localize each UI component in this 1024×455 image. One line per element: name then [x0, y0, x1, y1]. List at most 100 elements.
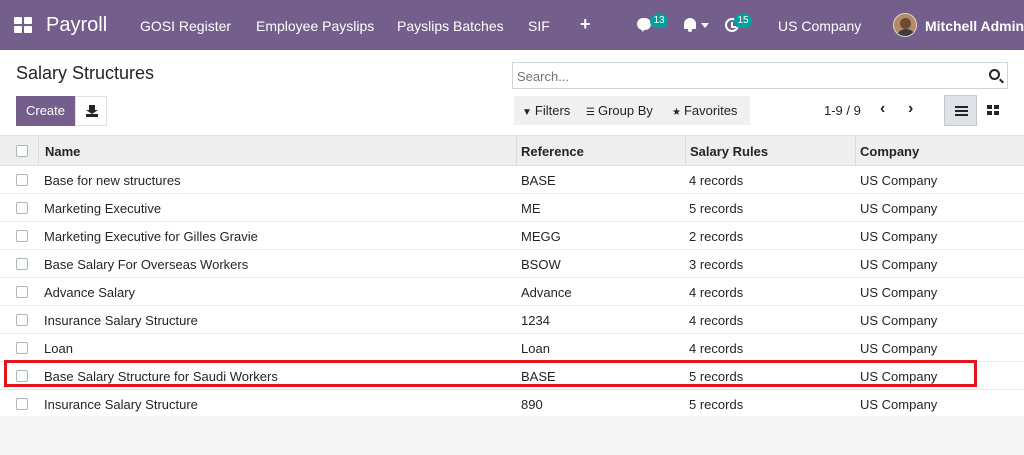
- column-header-company[interactable]: Company: [860, 144, 919, 159]
- cell-company: US Company: [860, 397, 938, 412]
- search-options-bar: ▼ Filters ☰ Group By ★ Favorites: [514, 96, 750, 125]
- favorites-button[interactable]: ★ Favorites: [672, 103, 737, 118]
- cell-name: Base Salary For Overseas Workers: [44, 257, 249, 272]
- column-header-name[interactable]: Name: [45, 144, 80, 159]
- kanban-view-button[interactable]: [977, 95, 1008, 126]
- cell-salary-rules: 5 records: [689, 201, 744, 216]
- cell-company: US Company: [860, 341, 938, 356]
- empty-list-area: [0, 416, 1024, 455]
- column-separator: [516, 136, 517, 166]
- cell-name: Base for new structures: [44, 173, 181, 188]
- app-name[interactable]: Payroll: [46, 14, 107, 37]
- favorites-label: Favorites: [683, 103, 738, 118]
- user-menu[interactable]: Mitchell Admin: [925, 18, 1024, 34]
- search-box: [512, 62, 1008, 89]
- list-view-button[interactable]: [944, 95, 977, 126]
- search-icon[interactable]: [989, 69, 1000, 80]
- activities-count-badge: 15: [734, 14, 752, 28]
- row-checkbox[interactable]: [16, 230, 28, 242]
- star-icon: ★: [672, 107, 681, 118]
- cell-company: US Company: [860, 201, 938, 216]
- cell-company: US Company: [860, 173, 938, 188]
- column-header-salary-rules[interactable]: Salary Rules: [690, 144, 768, 159]
- top-navbar: Payroll GOSI Register Employee Payslips …: [0, 0, 1024, 50]
- messages-icon[interactable]: [637, 18, 651, 32]
- table-row[interactable]: Advance Salary Advance 4 records US Comp…: [0, 278, 1024, 306]
- table-row[interactable]: Marketing Executive for Gilles Gravie ME…: [0, 222, 1024, 250]
- filter-icon: ▼: [522, 107, 532, 118]
- column-separator: [38, 136, 39, 166]
- cell-name: Marketing Executive: [44, 201, 162, 216]
- create-button[interactable]: Create: [16, 96, 75, 126]
- filters-label: Filters: [534, 103, 571, 118]
- cell-salary-rules: 4 records: [689, 173, 744, 188]
- table-row[interactable]: Insurance Salary Structure 890 5 records…: [0, 390, 1024, 418]
- cell-company: US Company: [860, 369, 938, 384]
- row-checkbox[interactable]: [16, 258, 28, 270]
- row-checkbox[interactable]: [16, 202, 28, 214]
- cell-company: US Company: [860, 229, 938, 244]
- table-row[interactable]: Insurance Salary Structure 1234 4 record…: [0, 306, 1024, 334]
- list-view-icon: [955, 106, 968, 116]
- cell-reference: ME: [521, 201, 541, 216]
- group-by-icon: ☰: [586, 107, 595, 118]
- pager-value[interactable]: 1-9 / 9: [824, 103, 861, 118]
- plus-icon[interactable]: +: [580, 14, 591, 35]
- cell-name: Loan: [44, 341, 73, 356]
- download-icon: [86, 105, 98, 117]
- messages-count-badge: 13: [650, 14, 668, 28]
- cell-salary-rules: 3 records: [689, 257, 744, 272]
- cell-name: Base Salary Structure for Saudi Workers: [44, 369, 278, 384]
- menu-employee-payslips[interactable]: Employee Payslips: [256, 18, 374, 34]
- search-input[interactable]: [517, 67, 977, 85]
- apps-menu-icon[interactable]: [14, 17, 32, 33]
- table-row[interactable]: Base Salary For Overseas Workers BSOW 3 …: [0, 250, 1024, 278]
- chevron-down-icon[interactable]: [701, 23, 709, 28]
- table-row[interactable]: Base Salary Structure for Saudi Workers …: [0, 362, 1024, 390]
- cell-salary-rules: 5 records: [689, 397, 744, 412]
- cell-name: Insurance Salary Structure: [44, 397, 198, 412]
- table-row[interactable]: Loan Loan 4 records US Company: [0, 334, 1024, 362]
- cell-company: US Company: [860, 313, 938, 328]
- menu-gosi-register[interactable]: GOSI Register: [140, 18, 231, 34]
- cell-reference: 1234: [521, 313, 550, 328]
- column-separator: [855, 136, 856, 166]
- cell-salary-rules: 4 records: [689, 285, 744, 300]
- table-header: Name Reference Salary Rules Company: [0, 136, 1024, 166]
- cell-name: Advance Salary: [44, 285, 136, 300]
- pager-next-icon[interactable]: ›: [908, 100, 913, 118]
- menu-sif[interactable]: SIF: [528, 18, 550, 34]
- row-checkbox[interactable]: [16, 342, 28, 354]
- menu-payslips-batches[interactable]: Payslips Batches: [397, 18, 504, 34]
- cell-salary-rules: 4 records: [689, 341, 744, 356]
- column-separator: [685, 136, 686, 166]
- pager-previous-icon[interactable]: ‹: [880, 100, 885, 118]
- column-header-reference[interactable]: Reference: [521, 144, 584, 159]
- cell-company: US Company: [860, 257, 938, 272]
- cell-reference: Advance: [521, 285, 572, 300]
- group-by-label: Group By: [597, 103, 653, 118]
- cell-salary-rules: 5 records: [689, 369, 744, 384]
- filters-button[interactable]: ▼ Filters: [522, 103, 570, 118]
- row-checkbox[interactable]: [16, 370, 28, 382]
- avatar[interactable]: [893, 13, 917, 37]
- cell-reference: Loan: [521, 341, 550, 356]
- download-button[interactable]: [75, 96, 107, 126]
- row-checkbox[interactable]: [16, 286, 28, 298]
- company-switcher[interactable]: US Company: [778, 18, 861, 34]
- cell-salary-rules: 4 records: [689, 313, 744, 328]
- cell-name: Insurance Salary Structure: [44, 313, 198, 328]
- row-checkbox[interactable]: [16, 174, 28, 186]
- cell-reference: BASE: [521, 369, 556, 384]
- bell-icon[interactable]: [684, 18, 696, 32]
- row-checkbox[interactable]: [16, 314, 28, 326]
- group-by-button[interactable]: ☰ Group By: [586, 103, 653, 118]
- row-checkbox[interactable]: [16, 398, 28, 410]
- cell-reference: MEGG: [521, 229, 561, 244]
- table-row[interactable]: Base for new structures BASE 4 records U…: [0, 166, 1024, 194]
- cell-company: US Company: [860, 285, 938, 300]
- select-all-checkbox[interactable]: [16, 145, 28, 157]
- table-row[interactable]: Marketing Executive ME 5 records US Comp…: [0, 194, 1024, 222]
- page-title: Salary Structures: [16, 63, 155, 83]
- cell-name: Marketing Executive for Gilles Gravie: [44, 229, 258, 244]
